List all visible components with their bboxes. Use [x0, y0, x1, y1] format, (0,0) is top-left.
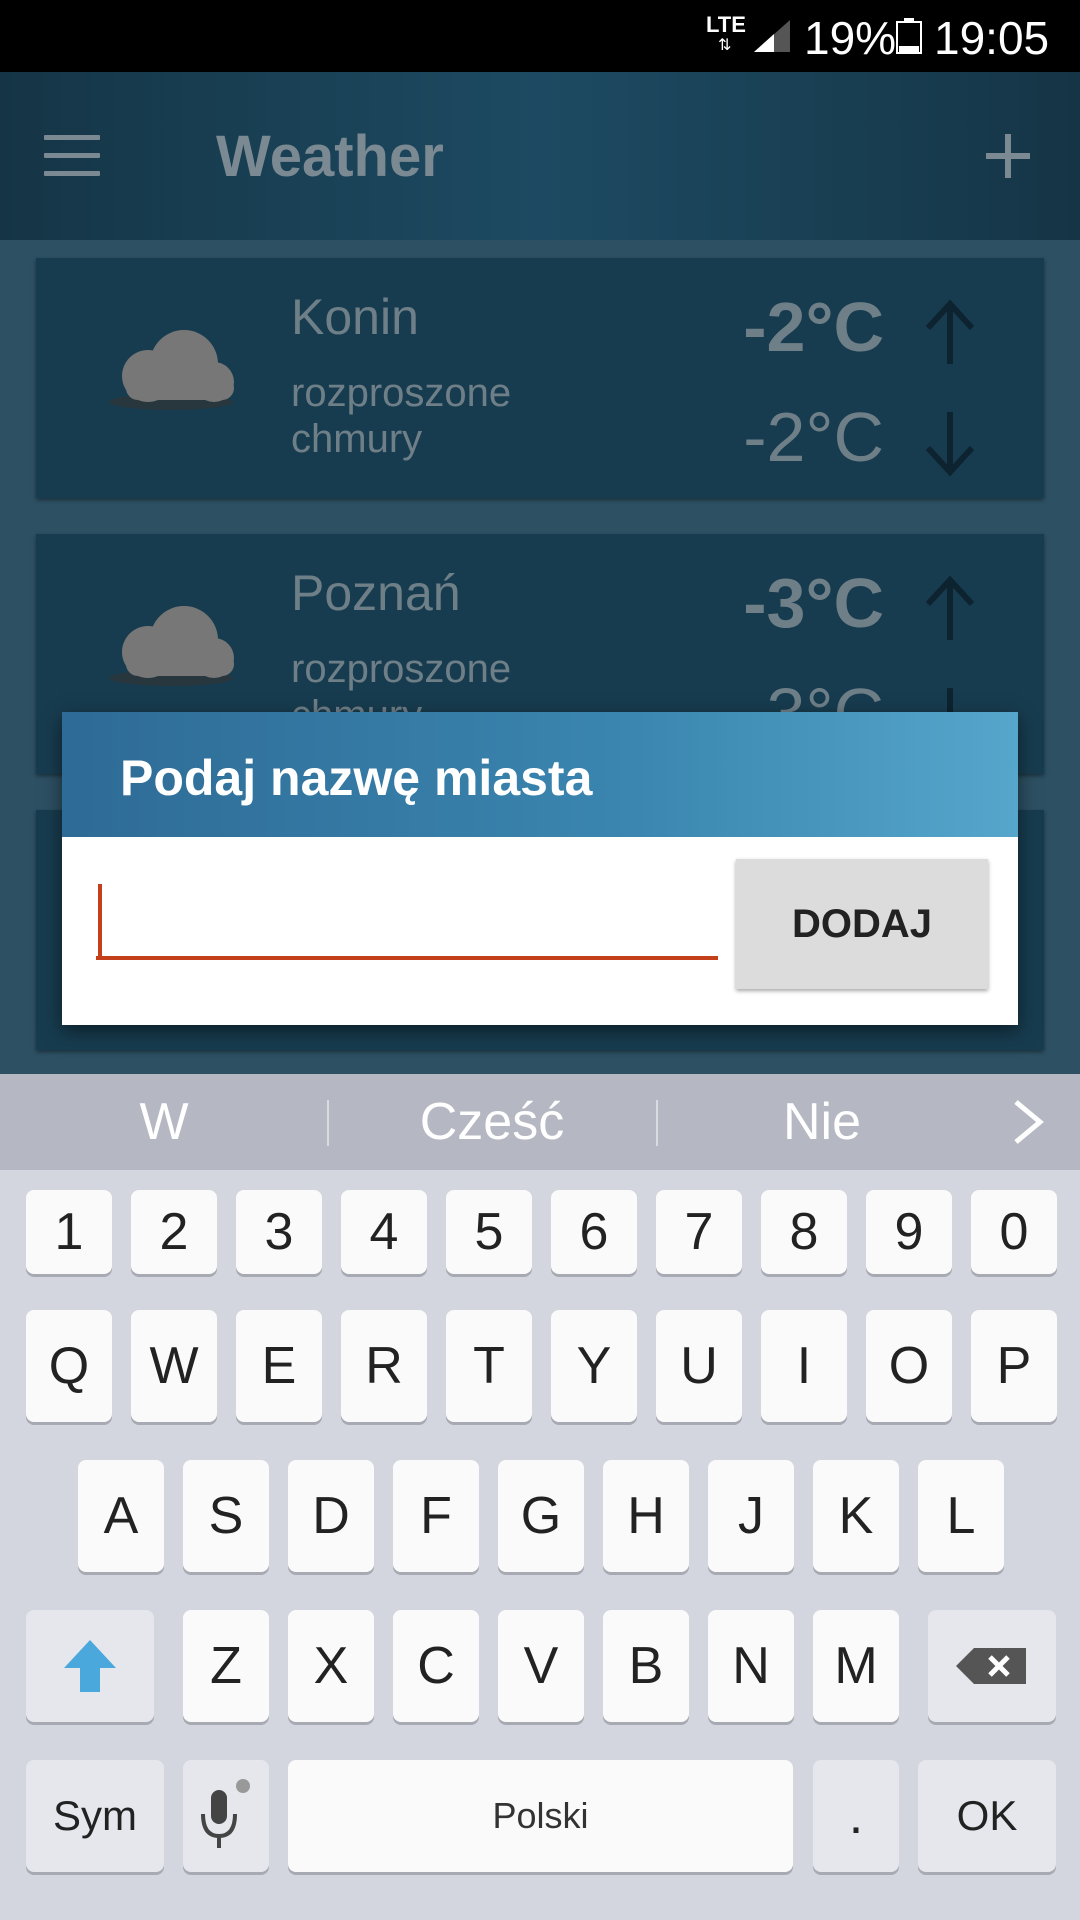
backspace-icon [956, 1648, 1026, 1684]
chevron-right-icon[interactable] [1008, 1096, 1048, 1148]
key-6[interactable]: 6 [551, 1190, 637, 1274]
voice-input-key[interactable] [183, 1760, 269, 1872]
dialog-header: Podaj nazwę miasta [62, 712, 1018, 837]
arrow-up-icon [925, 575, 975, 640]
temp-max: -3°C [743, 564, 884, 642]
clock: 19:05 [934, 12, 1050, 64]
ok-key[interactable]: OK [918, 1760, 1056, 1872]
city-name: Poznań [291, 565, 461, 621]
key-2[interactable]: 2 [131, 1190, 217, 1274]
key-q[interactable]: Q [26, 1310, 112, 1422]
battery-percent: 19% [804, 12, 897, 64]
shift-key[interactable] [26, 1610, 154, 1722]
key-p[interactable]: P [971, 1310, 1057, 1422]
temp-min: -2°C [743, 398, 884, 476]
key-j[interactable]: J [708, 1460, 794, 1572]
suggestion-item[interactable]: Nie [658, 1074, 986, 1170]
key-r[interactable]: R [341, 1310, 427, 1422]
symbols-key[interactable]: Sym [26, 1760, 164, 1872]
menu-icon[interactable] [44, 135, 100, 176]
key-t[interactable]: T [446, 1310, 532, 1422]
key-z[interactable]: Z [183, 1610, 269, 1722]
add-city-button[interactable]: DODAJ [736, 859, 988, 989]
status-bar: LTE ⇅ 19% 19:05 [0, 0, 1080, 72]
city-name-input[interactable] [96, 862, 718, 960]
key-v[interactable]: V [498, 1610, 584, 1722]
period-key[interactable]: . [813, 1760, 899, 1872]
dialog-title: Podaj nazwę miasta [120, 750, 593, 806]
shift-icon [64, 1640, 116, 1692]
add-icon[interactable] [984, 126, 1032, 186]
key-a[interactable]: A [78, 1460, 164, 1572]
weather-description: rozproszone chmury [291, 371, 512, 461]
city-card[interactable]: Konin rozproszone chmury -2°C -2°C [36, 258, 1044, 498]
key-9[interactable]: 9 [866, 1190, 952, 1274]
key-u[interactable]: U [656, 1310, 742, 1422]
suggestion-item[interactable]: Cześć [328, 1074, 656, 1170]
network-activity-icon: ⇅ [718, 37, 732, 54]
app-bar: Weather [0, 72, 1080, 240]
key-f[interactable]: F [393, 1460, 479, 1572]
space-key[interactable]: Polski [288, 1760, 793, 1872]
signal-icon [754, 20, 790, 52]
app-title: Weather [216, 124, 444, 189]
key-x[interactable]: X [288, 1610, 374, 1722]
add-city-dialog: Podaj nazwę miasta DODAJ [62, 712, 1018, 1025]
key-s[interactable]: S [183, 1460, 269, 1572]
key-8[interactable]: 8 [761, 1190, 847, 1274]
suggestion-item[interactable]: W [0, 1074, 328, 1170]
key-h[interactable]: H [603, 1460, 689, 1572]
key-g[interactable]: G [498, 1460, 584, 1572]
battery-icon [896, 18, 922, 54]
key-m[interactable]: M [813, 1610, 899, 1722]
key-w[interactable]: W [131, 1310, 217, 1422]
key-l[interactable]: L [918, 1460, 1004, 1572]
key-y[interactable]: Y [551, 1310, 637, 1422]
key-5[interactable]: 5 [446, 1190, 532, 1274]
key-o[interactable]: O [866, 1310, 952, 1422]
key-k[interactable]: K [813, 1460, 899, 1572]
key-e[interactable]: E [236, 1310, 322, 1422]
key-n[interactable]: N [708, 1610, 794, 1722]
key-d[interactable]: D [288, 1460, 374, 1572]
temp-max: -2°C [743, 288, 884, 366]
backspace-key[interactable] [928, 1610, 1056, 1722]
arrow-up-icon [925, 299, 975, 364]
cloud-icon [109, 330, 234, 410]
keyboard: W Cześć Nie 1 2 3 4 5 6 7 8 9 0 Q W E R … [0, 1074, 1080, 1920]
key-4[interactable]: 4 [341, 1190, 427, 1274]
key-0[interactable]: 0 [971, 1190, 1057, 1274]
network-type: LTE [706, 12, 746, 37]
microphone-icon [201, 1779, 250, 1848]
key-3[interactable]: 3 [236, 1190, 322, 1274]
cloud-icon [109, 606, 234, 686]
arrow-down-icon [925, 412, 975, 477]
key-c[interactable]: C [393, 1610, 479, 1722]
key-7[interactable]: 7 [656, 1190, 742, 1274]
key-1[interactable]: 1 [26, 1190, 112, 1274]
suggestion-bar: W Cześć Nie [0, 1074, 1080, 1170]
city-name: Konin [291, 289, 419, 345]
text-cursor [98, 884, 102, 956]
key-b[interactable]: B [603, 1610, 689, 1722]
key-i[interactable]: I [761, 1310, 847, 1422]
